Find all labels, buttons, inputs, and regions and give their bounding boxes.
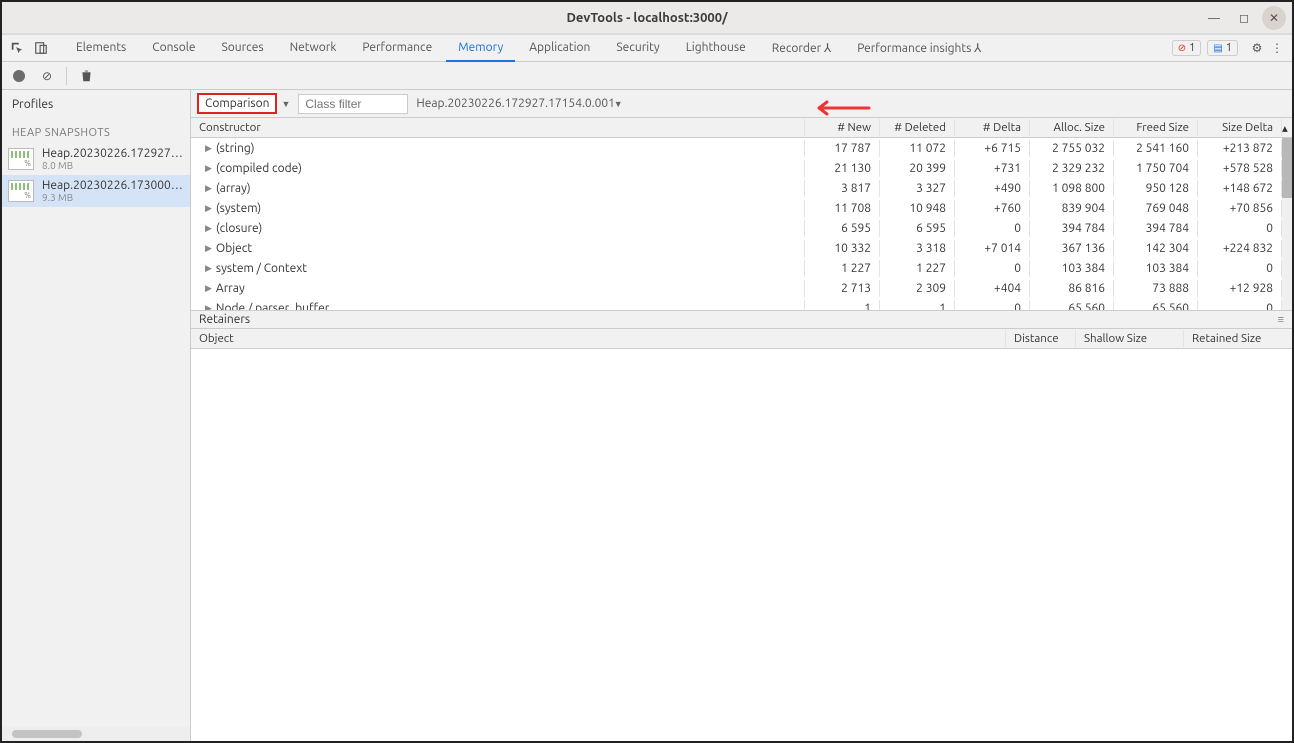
- more-icon[interactable]: ⋮: [1268, 39, 1286, 57]
- table-row[interactable]: ▶Object10 3323 318+7 014367 136142 304+2…: [191, 238, 1292, 258]
- snapshot-item[interactable]: Heap.20230226.173000.17…9.3 MB: [2, 175, 190, 207]
- col-shallow[interactable]: Shallow Size: [1076, 330, 1184, 347]
- comparison-filter-bar: Comparison ▼ Heap.20230226.172927.17154.…: [191, 90, 1292, 118]
- tab-lighthouse[interactable]: Lighthouse: [674, 35, 758, 62]
- inspect-icon[interactable]: [8, 39, 26, 57]
- window-close-button[interactable]: ✕: [1262, 6, 1286, 30]
- tab-application[interactable]: Application: [517, 35, 602, 62]
- clear-button[interactable]: ⊘: [38, 67, 56, 85]
- profiles-heading: Profiles: [2, 90, 190, 119]
- grid-vertical-scrollbar[interactable]: [1282, 138, 1292, 310]
- profiles-sidebar: Profiles HEAP SNAPSHOTS Heap.20230226.17…: [2, 90, 191, 741]
- tab-memory[interactable]: Memory: [446, 35, 515, 62]
- retainers-menu-icon[interactable]: ≡: [1278, 314, 1284, 326]
- error-count-badge[interactable]: ⊘1: [1172, 40, 1202, 56]
- profiles-toolbar: ⊘: [2, 62, 1292, 90]
- tab-recorder-[interactable]: Recorder ⅄: [760, 35, 843, 62]
- table-row[interactable]: ▶system / Context1 2271 2270103 384103 3…: [191, 258, 1292, 278]
- col-alloc[interactable]: Alloc. Size: [1030, 119, 1114, 136]
- heap-snapshots-section: HEAP SNAPSHOTS: [2, 119, 190, 143]
- comparison-grid-body: ▶(string)17 78711 072+6 7152 755 0322 54…: [191, 138, 1292, 310]
- tab-performance-insights-[interactable]: Performance insights ⅄: [845, 35, 993, 62]
- tab-console[interactable]: Console: [140, 35, 207, 62]
- col-distance[interactable]: Distance: [1006, 330, 1076, 347]
- sidebar-horiz-scrollbar[interactable]: [2, 727, 190, 741]
- tab-performance[interactable]: Performance: [350, 35, 444, 62]
- table-row[interactable]: ▶(string)17 78711 072+6 7152 755 0322 54…: [191, 138, 1292, 158]
- expand-icon[interactable]: ▶: [205, 143, 212, 154]
- tab-elements[interactable]: Elements: [64, 35, 138, 62]
- expand-icon[interactable]: ▶: [205, 263, 212, 274]
- col-delta[interactable]: # Delta: [955, 119, 1030, 136]
- retainers-body: [191, 349, 1292, 741]
- retainers-header: Retainers ≡: [191, 311, 1292, 329]
- tab-security[interactable]: Security: [604, 35, 671, 62]
- snapshot-icon: [8, 180, 34, 202]
- settings-icon[interactable]: ⚙: [1248, 39, 1266, 57]
- expand-icon[interactable]: ▶: [205, 303, 212, 311]
- snapshot-icon: [8, 148, 34, 170]
- device-toggle-icon[interactable]: [32, 39, 50, 57]
- record-button[interactable]: [10, 67, 28, 85]
- window-minimize-button[interactable]: —: [1202, 6, 1226, 30]
- class-filter-input[interactable]: [298, 94, 408, 114]
- table-row[interactable]: ▶(closure)6 5956 5950394 784394 7840: [191, 218, 1292, 238]
- table-row[interactable]: ▶Array2 7132 309+40486 81673 888+12 928: [191, 278, 1292, 298]
- chevron-down-icon: ▼: [281, 99, 290, 109]
- annotation-arrow: [811, 98, 871, 118]
- expand-icon[interactable]: ▶: [205, 223, 212, 234]
- snapshot-size: 8.0 MB: [42, 160, 184, 171]
- window-title: DevTools - localhost:3000/: [566, 11, 727, 25]
- base-snapshot-selector[interactable]: Heap.20230226.172927.17154.0.001 ▼: [416, 97, 622, 110]
- table-row[interactable]: ▶(compiled code)21 13020 399+7312 329 23…: [191, 158, 1292, 178]
- delete-button[interactable]: [77, 67, 95, 85]
- snapshot-item[interactable]: Heap.20230226.172927.17…8.0 MB: [2, 143, 190, 175]
- window-maximize-button[interactable]: ◻: [1232, 6, 1256, 30]
- col-deleted[interactable]: # Deleted: [880, 119, 955, 136]
- comparison-grid-header: Constructor # New # Deleted # Delta Allo…: [191, 118, 1292, 138]
- col-constructor[interactable]: Constructor: [191, 119, 805, 136]
- expand-icon[interactable]: ▶: [205, 203, 212, 214]
- expand-icon[interactable]: ▶: [205, 183, 212, 194]
- table-row[interactable]: ▶(system)11 70810 948+760839 904769 048+…: [191, 198, 1292, 218]
- expand-icon[interactable]: ▶: [205, 283, 212, 294]
- expand-icon[interactable]: ▶: [205, 243, 212, 254]
- retainers-columns: Object Distance Shallow Size Retained Si…: [191, 329, 1292, 349]
- chevron-down-icon: ▼: [614, 99, 623, 109]
- table-row[interactable]: ▶(array)3 8173 327+4901 098 800950 128+1…: [191, 178, 1292, 198]
- snapshot-name: Heap.20230226.172927.17…: [42, 147, 184, 160]
- snapshot-name: Heap.20230226.173000.17…: [42, 179, 184, 192]
- col-object[interactable]: Object: [191, 330, 1006, 347]
- expand-icon[interactable]: ▶: [205, 163, 212, 174]
- snapshot-size: 9.3 MB: [42, 192, 184, 203]
- window-titlebar: DevTools - localhost:3000/ — ◻ ✕: [2, 2, 1292, 34]
- table-row[interactable]: ▶Node / parser_buffer11065 56065 5600: [191, 298, 1292, 310]
- issues-count-badge[interactable]: ▤1: [1207, 40, 1238, 56]
- col-new[interactable]: # New: [805, 119, 880, 136]
- col-sizedelta[interactable]: Size Delta: [1198, 119, 1282, 136]
- view-selector[interactable]: Comparison: [197, 93, 277, 114]
- devtools-tabbar: ElementsConsoleSourcesNetworkPerformance…: [2, 34, 1292, 62]
- tab-sources[interactable]: Sources: [209, 35, 275, 62]
- tab-network[interactable]: Network: [278, 35, 349, 62]
- col-freed[interactable]: Freed Size: [1114, 119, 1198, 136]
- divider: [66, 67, 67, 85]
- col-retained[interactable]: Retained Size: [1184, 330, 1292, 347]
